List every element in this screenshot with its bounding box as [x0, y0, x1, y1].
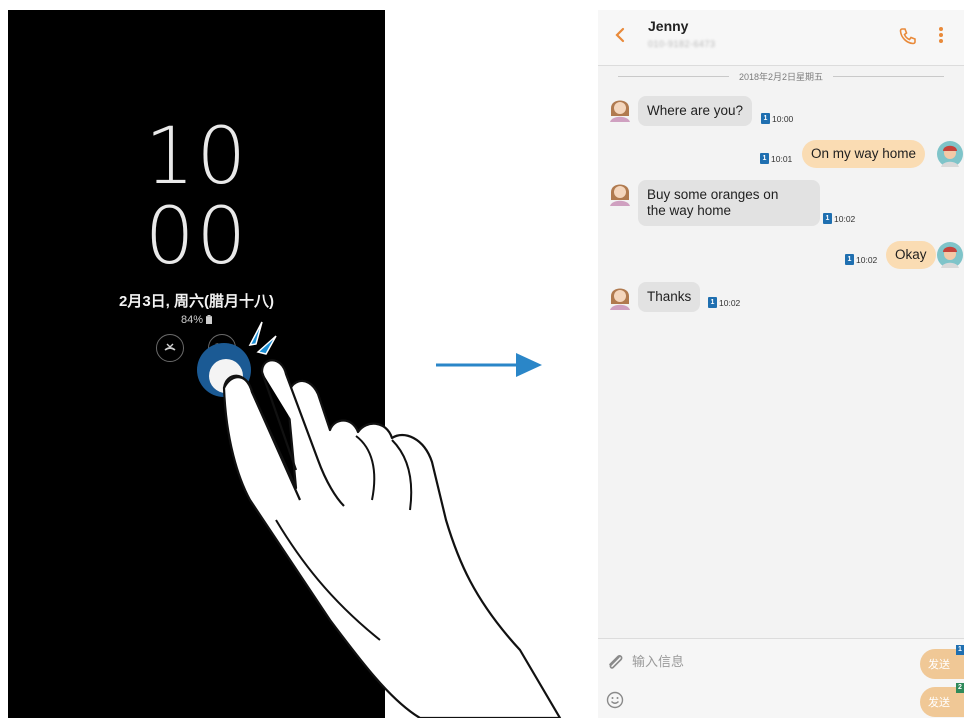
hand-shape	[222, 376, 562, 718]
date-separator-text: 2018年2月2日星期五	[738, 71, 824, 82]
sim-icon: 1	[761, 113, 770, 124]
sim2-badge: 2	[956, 683, 964, 693]
message-meta: 1 10:02	[823, 213, 855, 224]
message-time: 10:01	[771, 153, 793, 164]
emoji-icon[interactable]	[606, 691, 624, 709]
message-meta: 1 10:02	[708, 297, 740, 308]
tap-tick-left	[248, 321, 263, 346]
my-avatar-icon[interactable]	[936, 140, 964, 168]
attachment-icon[interactable]	[606, 653, 626, 673]
message-time: 10:02	[834, 213, 856, 224]
message-time: 10:00	[772, 113, 794, 124]
message-bubble-outgoing[interactable]: On my way home	[802, 140, 926, 168]
contact-avatar-icon[interactable]	[608, 180, 632, 206]
tap-tick-right	[256, 335, 277, 355]
messaging-screen: Jenny 010-9182-6473 2018年2月2日星期五 Where a…	[598, 10, 964, 718]
message-time: 10:02	[719, 297, 741, 308]
message-text: Okay	[895, 247, 927, 262]
message-composer: 发送 1 发送 2	[598, 638, 964, 718]
message-meta: 1 10:00	[761, 113, 793, 124]
message-text-line2: the way home	[647, 203, 732, 218]
contact-avatar-icon[interactable]	[608, 284, 632, 310]
sim-icon: 1	[760, 153, 769, 164]
sim-icon: 1	[708, 297, 717, 308]
message-meta: 1 10:02	[845, 254, 877, 265]
contact-avatar-icon[interactable]	[608, 96, 632, 122]
more-options-icon[interactable]	[936, 24, 946, 46]
message-text: On my way home	[811, 146, 917, 161]
message-text: Thanks	[647, 289, 692, 304]
sim1-badge: 1	[956, 645, 964, 655]
contact-number: 010-9182-6473	[648, 39, 716, 49]
message-text: Where are you?	[647, 103, 744, 118]
back-arrow-icon[interactable]	[612, 24, 628, 46]
date-separator: 2018年2月2日星期五	[618, 68, 945, 84]
message-bubble-incoming[interactable]: Thanks	[638, 282, 701, 312]
message-meta: 1 10:01	[760, 153, 792, 164]
sim-icon: 1	[823, 213, 832, 224]
message-bubble-outgoing[interactable]: Okay	[886, 241, 936, 269]
phone-call-icon[interactable]	[898, 26, 918, 46]
right-arrow-icon	[436, 353, 542, 377]
message-bubble-incoming[interactable]: Buy some oranges on the way home	[638, 180, 820, 226]
my-avatar-icon[interactable]	[936, 241, 964, 269]
message-time: 10:02	[856, 254, 878, 265]
message-text-line1: Buy some oranges on	[647, 187, 779, 202]
contact-name: Jenny	[648, 18, 689, 34]
message-bubble-incoming[interactable]: Where are you?	[638, 96, 753, 126]
conversation-header: Jenny 010-9182-6473	[598, 10, 964, 66]
message-input[interactable]	[632, 651, 902, 673]
sim-icon: 1	[845, 254, 854, 265]
